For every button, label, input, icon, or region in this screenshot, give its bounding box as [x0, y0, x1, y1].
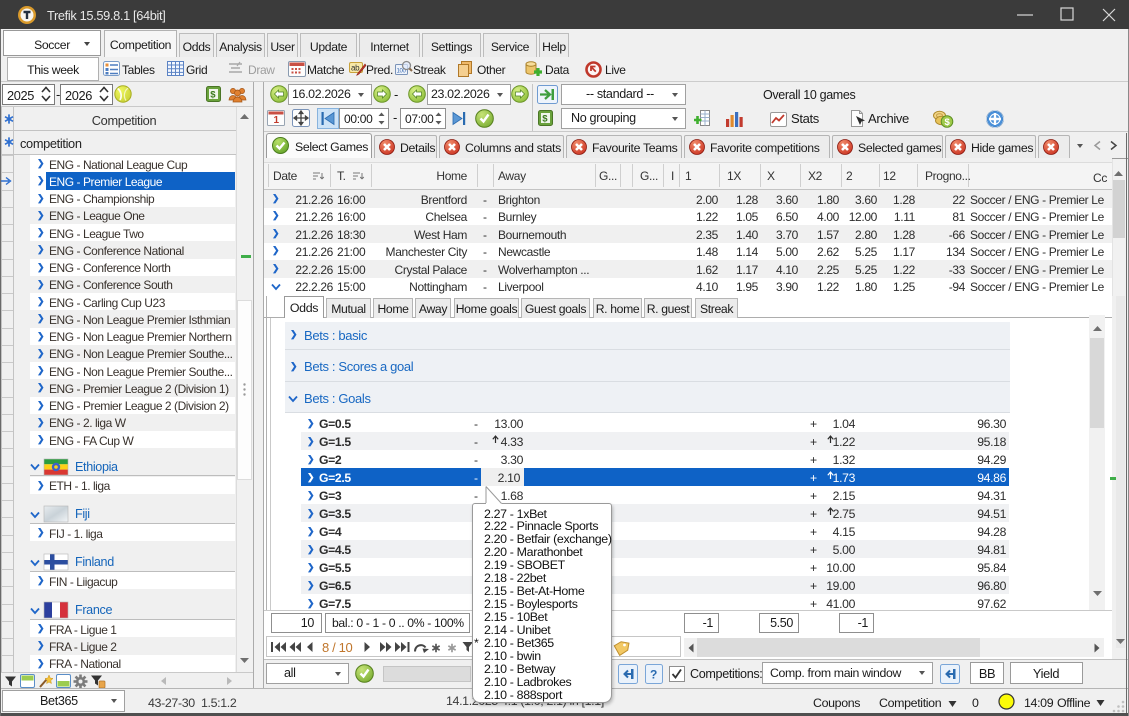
svg-text:?: ?	[650, 668, 657, 682]
svg-text:ab: ab	[351, 64, 360, 73]
svg-text:1: 1	[274, 115, 280, 126]
